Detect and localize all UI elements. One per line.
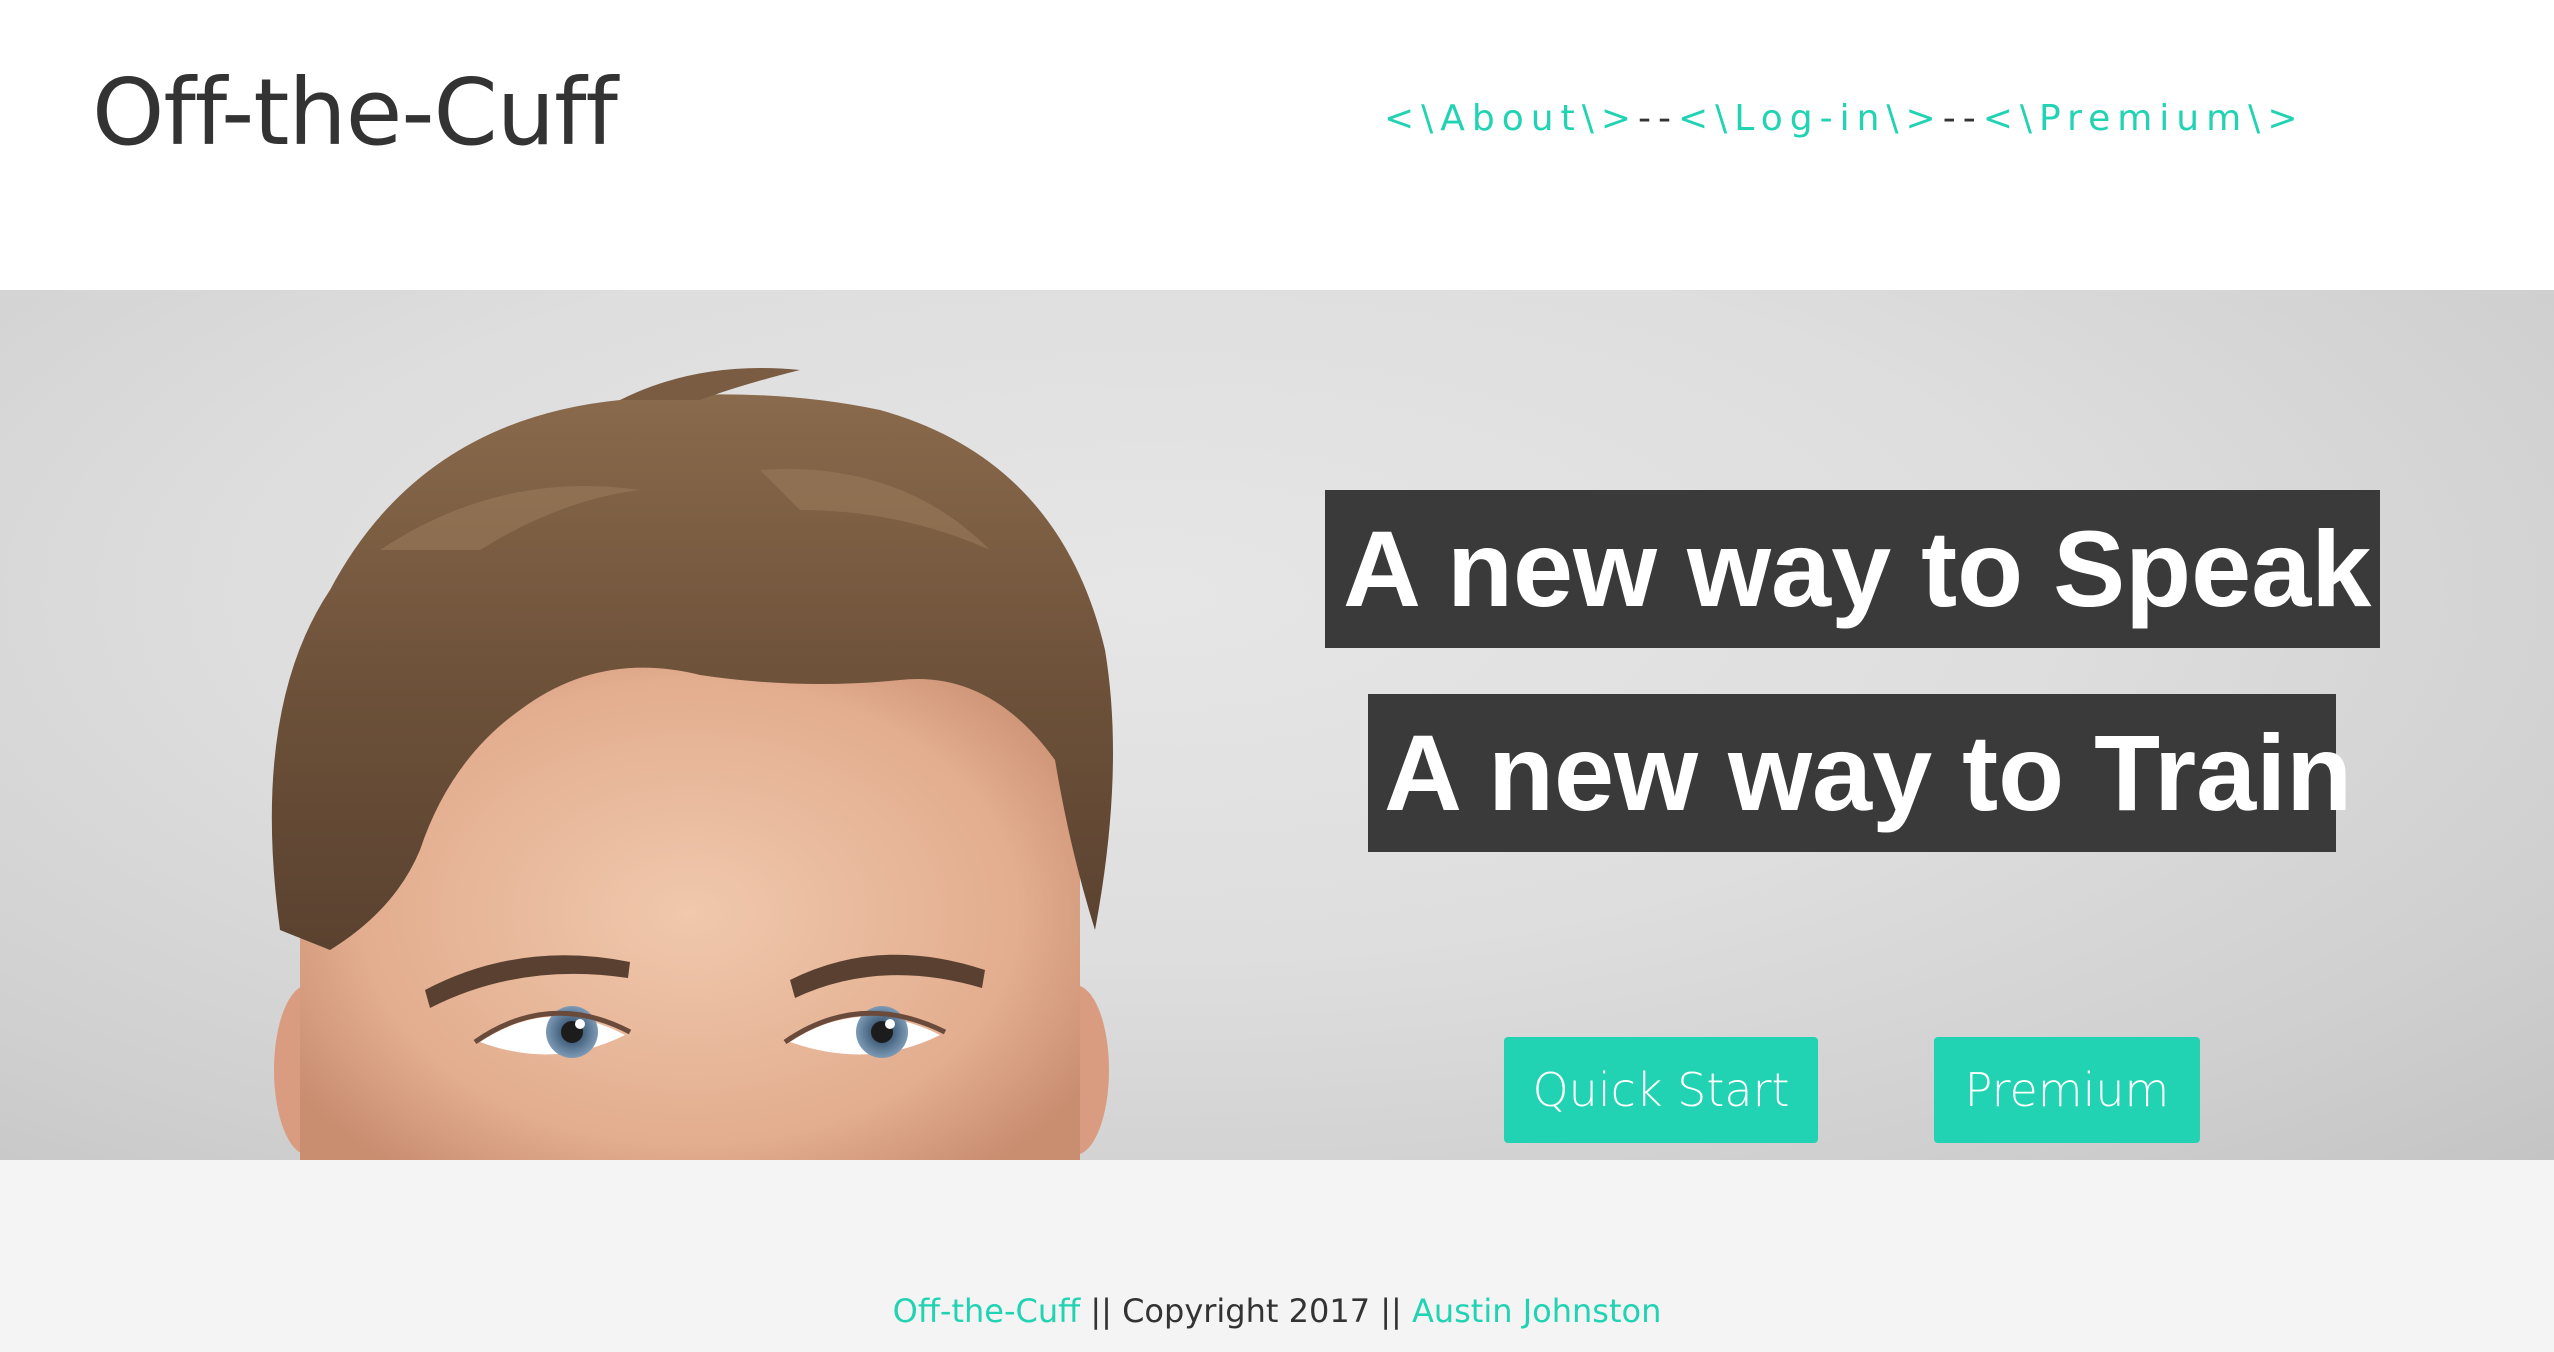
nav-premium-link[interactable]: <\Premium\> <box>1983 98 2305 139</box>
premium-button[interactable]: Premium <box>1934 1037 2200 1143</box>
nav-separator: -- <box>1638 98 1679 139</box>
nav-login-link[interactable]: <\Log-in\> <box>1678 98 1943 139</box>
header: Off-the-Cuff <\About\>--<\Log-in\>--<\Pr… <box>0 0 2554 290</box>
headline-speak: A new way to Speak <box>1325 490 2380 648</box>
footer-separator: || <box>1370 1292 1412 1330</box>
hero-section: A new way to Speak A new way to Train Qu… <box>0 290 2554 1160</box>
quick-start-button[interactable]: Quick Start <box>1504 1037 1818 1143</box>
headline-train: A new way to Train <box>1368 694 2352 852</box>
footer-copyright: Off-the-Cuff || Copyright 2017 || Austin… <box>0 1292 2554 1330</box>
footer-author-link[interactable]: Austin Johnston <box>1412 1292 1661 1330</box>
footer-separator: || <box>1080 1292 1123 1330</box>
footer-copyright-text: Copyright 2017 <box>1122 1292 1371 1330</box>
site-logo[interactable]: Off-the-Cuff <box>92 62 618 163</box>
nav-about-link[interactable]: <\About\> <box>1384 98 1638 139</box>
footer-brand-link[interactable]: Off-the-Cuff <box>893 1292 1081 1330</box>
man-looking-up-photo <box>271 368 1113 1160</box>
top-nav: <\About\>--<\Log-in\>--<\Premium\> <box>1384 97 2304 140</box>
nav-separator: -- <box>1942 98 1983 139</box>
page: Off-the-Cuff <\About\>--<\Log-in\>--<\Pr… <box>0 0 2554 1352</box>
footer: Off-the-Cuff || Copyright 2017 || Austin… <box>0 1160 2554 1352</box>
